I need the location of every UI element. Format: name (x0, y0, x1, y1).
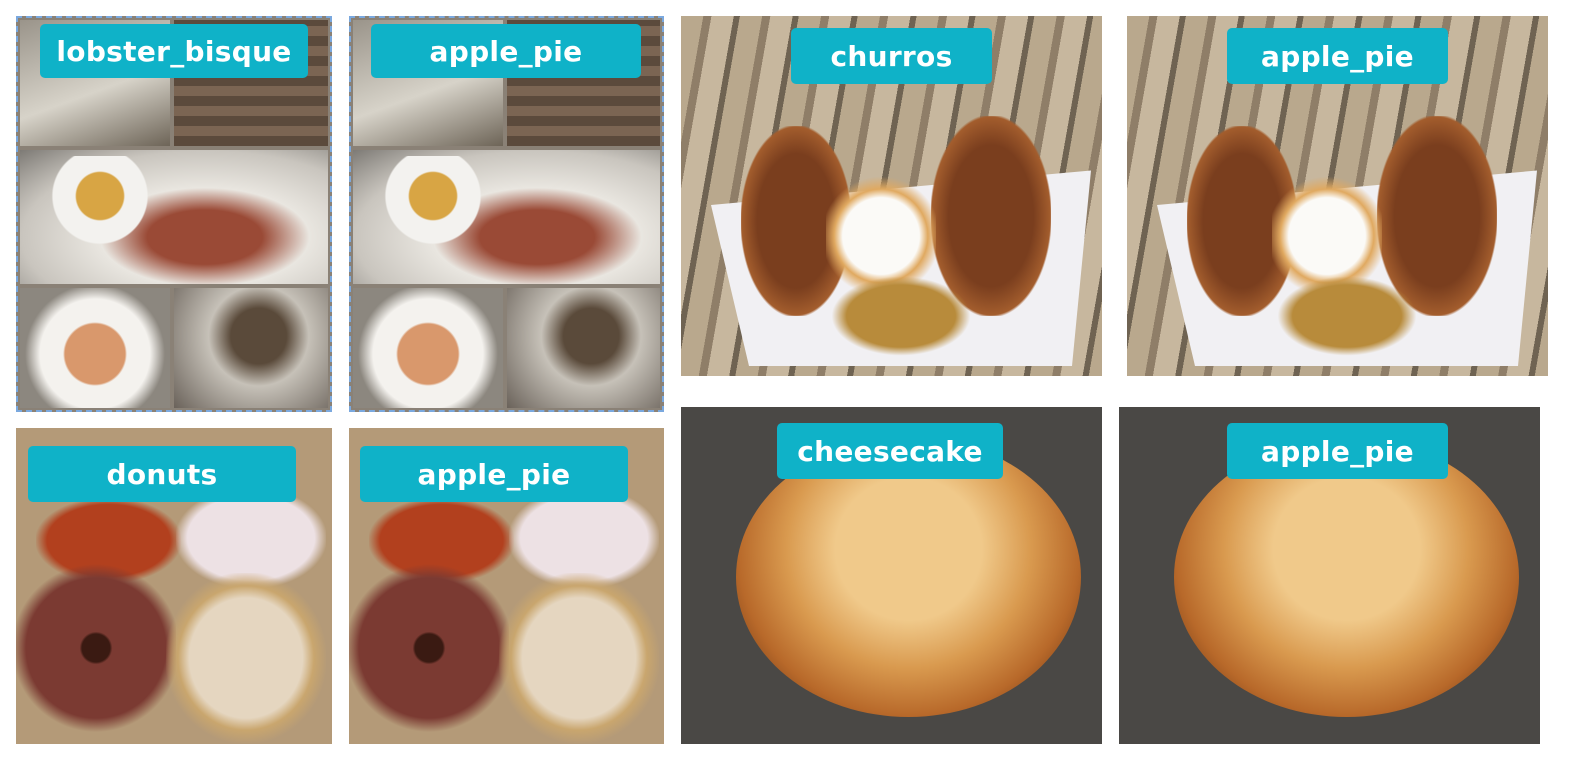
image-tile-lobster-bisque: lobster_bisque (16, 16, 332, 412)
image-tile-adversarial: apple_pie (349, 428, 664, 744)
class-label: apple_pie (371, 24, 641, 78)
image-tile-churros: churros (681, 16, 1102, 376)
class-label: apple_pie (1227, 423, 1448, 479)
class-label: apple_pie (1227, 28, 1448, 84)
class-label: lobster_bisque (40, 24, 308, 78)
image-tile-adversarial: apple_pie (349, 16, 664, 412)
image-tile-donuts: donuts (16, 428, 332, 744)
class-label: churros (791, 28, 992, 84)
image-tile-adversarial: apple_pie (1127, 16, 1548, 376)
class-label: cheesecake (777, 423, 1003, 479)
class-label: donuts (28, 446, 296, 502)
image-tile-cheesecake: cheesecake (681, 407, 1102, 744)
class-label: apple_pie (360, 446, 628, 502)
image-tile-adversarial: apple_pie (1119, 407, 1540, 744)
